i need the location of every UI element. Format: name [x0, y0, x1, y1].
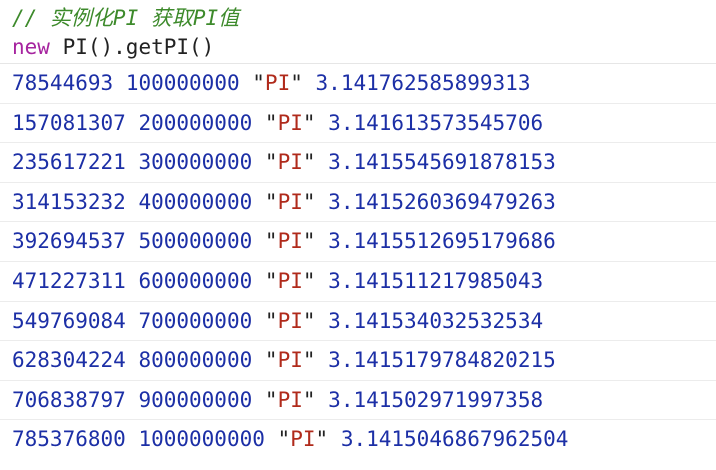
console-log-row: 549769084 700000000 "PI" 3.1415340325325…: [0, 302, 716, 342]
log-label: PI: [277, 268, 303, 293]
log-value: 3.1415260369479263: [328, 189, 556, 214]
string-quote-open: ": [277, 427, 291, 452]
log-label: PI: [277, 308, 303, 333]
log-value: 3.141534032532534: [328, 308, 544, 333]
log-total: 800000000: [138, 348, 253, 373]
string-quote-close: ": [302, 150, 316, 175]
log-total: 400000000: [138, 189, 253, 214]
string-quote-close: ": [302, 308, 316, 333]
log-count: 157081307: [12, 110, 126, 135]
string-quote-open: ": [264, 229, 278, 254]
log-label: PI: [277, 150, 303, 175]
log-count: 785376800: [12, 427, 126, 452]
console-log-row: 78544693 100000000 "PI" 3.14176258589931…: [0, 64, 716, 104]
log-label: PI: [277, 229, 303, 254]
log-value: 3.1415046867962504: [340, 427, 569, 452]
log-total: 200000000: [138, 110, 253, 135]
console-log-row: 314153232 400000000 "PI" 3.1415260369479…: [0, 183, 716, 223]
log-count: 628304224: [12, 348, 126, 373]
log-value: 3.1415179784820215: [328, 348, 556, 373]
log-value: 3.141613573545706: [328, 110, 544, 135]
console-log-row: 785376800 1000000000 "PI" 3.141504686796…: [0, 420, 716, 460]
log-count: 471227311: [12, 268, 126, 293]
string-quote-open: ": [264, 308, 278, 333]
string-quote-open: ": [264, 189, 278, 214]
log-total: 300000000: [138, 150, 253, 175]
log-count: 314153232: [12, 189, 126, 214]
string-quote-open: ": [252, 71, 265, 95]
log-total: 700000000: [138, 308, 253, 333]
log-value: 3.141762585899313: [315, 71, 531, 95]
log-total: 900000000: [138, 387, 253, 412]
string-quote-open: ": [264, 348, 278, 373]
log-count: 706838797: [12, 387, 126, 412]
log-label: PI: [277, 387, 303, 412]
code-comment: // 实例化PI 获取PI值: [12, 6, 240, 30]
string-quote-close: ": [302, 348, 316, 373]
string-quote-close: ": [302, 189, 316, 214]
log-count: 549769084: [12, 308, 126, 333]
log-count: 78544693: [12, 71, 114, 95]
log-total: 100000000: [125, 71, 240, 95]
log-value: 3.141502971997358: [328, 387, 544, 412]
string-quote-open: ": [264, 268, 278, 293]
console-input-block[interactable]: // 实例化PI 获取PI值 new PI().getPI(): [0, 0, 716, 64]
keyword-new: new: [12, 35, 50, 59]
log-count: 392694537: [12, 229, 126, 254]
string-quote-open: ": [264, 150, 278, 175]
string-quote-open: ": [264, 110, 278, 135]
string-quote-close: ": [302, 268, 316, 293]
log-value: 3.141511217985043: [328, 268, 544, 293]
log-label: PI: [277, 189, 303, 214]
log-label: PI: [277, 348, 303, 373]
log-label: PI: [290, 427, 316, 452]
console-log-row: 392694537 500000000 "PI" 3.1415512695179…: [0, 222, 716, 262]
string-quote-close: ": [302, 387, 316, 412]
string-quote-close: ": [302, 229, 316, 254]
console-log-row: 628304224 800000000 "PI" 3.1415179784820…: [0, 341, 716, 381]
string-quote-close: ": [302, 110, 316, 135]
log-count: 235617221: [12, 150, 126, 175]
log-total: 500000000: [138, 229, 253, 254]
log-label: PI: [264, 71, 291, 95]
console-log-row: 706838797 900000000 "PI" 3.1415029719973…: [0, 381, 716, 421]
console-log-row: 157081307 200000000 "PI" 3.1416135735457…: [0, 104, 716, 144]
console-log-row: 471227311 600000000 "PI" 3.1415112179850…: [0, 262, 716, 302]
log-total: 1000000000: [138, 427, 265, 452]
string-quote-close: ": [290, 71, 303, 95]
code-line: new PI().getPI(): [12, 33, 716, 62]
log-value: 3.1415545691878153: [328, 150, 556, 175]
log-total: 600000000: [138, 268, 253, 293]
console-output: 78544693 100000000 "PI" 3.14176258589931…: [0, 64, 716, 460]
string-quote-open: ": [264, 387, 278, 412]
log-value: 3.1415512695179686: [328, 229, 556, 254]
code-expression: PI().getPI(): [49, 35, 215, 59]
devtools-console: // 实例化PI 获取PI值 new PI().getPI() 78544693…: [0, 0, 716, 470]
log-label: PI: [277, 110, 303, 135]
string-quote-close: ": [315, 427, 329, 452]
console-log-row: 235617221 300000000 "PI" 3.1415545691878…: [0, 143, 716, 183]
